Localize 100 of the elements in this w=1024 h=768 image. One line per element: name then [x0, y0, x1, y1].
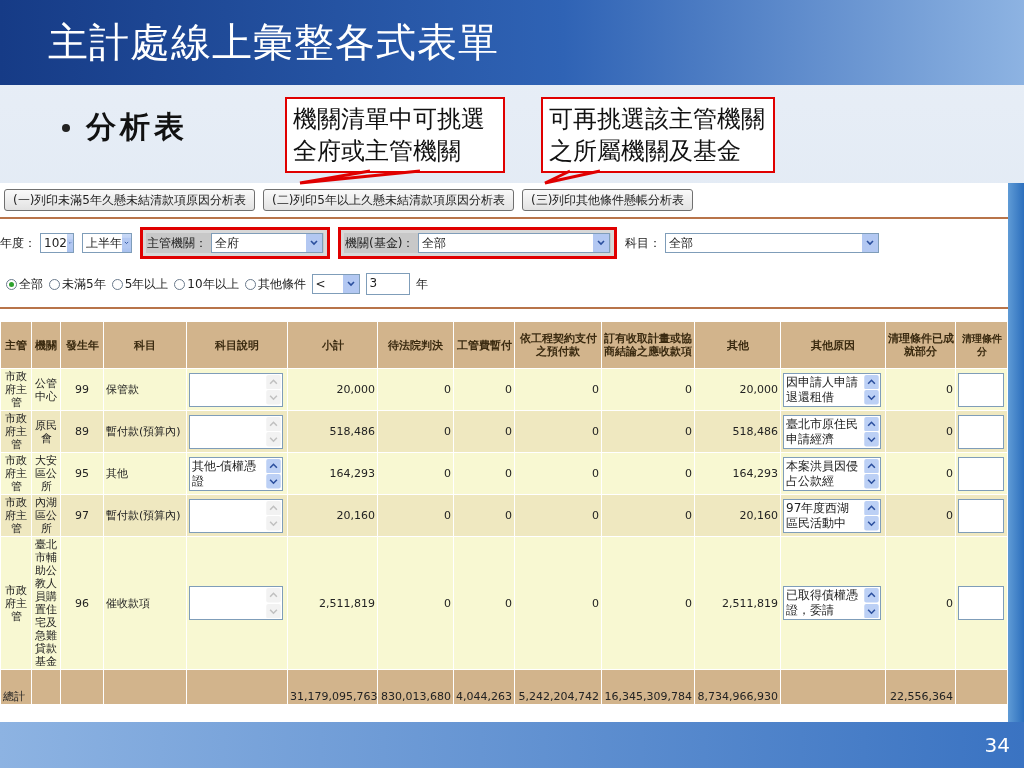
- page-number: 34: [984, 733, 1010, 757]
- dropdown[interactable]: <: [311, 274, 360, 294]
- table-cell: 0: [378, 453, 453, 494]
- table-cell: 保管款: [104, 369, 186, 410]
- table-cell: 518,486: [288, 411, 377, 452]
- table-cell: 0: [515, 369, 601, 410]
- table-cell: 0: [886, 453, 955, 494]
- filter-label: 科目：: [625, 234, 662, 252]
- table-cell: 0: [602, 453, 694, 494]
- table-cell: 99: [61, 369, 103, 410]
- table-cell: 0: [454, 453, 514, 494]
- radio-icon[interactable]: [49, 278, 60, 290]
- scroll-down-icon[interactable]: [266, 474, 281, 489]
- table-cell: 20,160: [288, 495, 377, 536]
- table-cell: 0: [378, 495, 453, 536]
- years-field[interactable]: 3: [365, 273, 410, 295]
- filter-label: 年度：: [0, 234, 36, 252]
- column-header: 發生年: [61, 322, 103, 368]
- table-cell: 164,293: [695, 453, 780, 494]
- text-area[interactable]: 其他-債權憑證: [189, 456, 283, 491]
- column-header: 清理條件已成就部分: [886, 322, 955, 368]
- table-cell: 公管中心: [32, 369, 60, 410]
- print-report-button[interactable]: (二)列印5年以上久懸未結清款項原因分析表: [263, 189, 514, 211]
- table-cell: 0: [515, 537, 601, 669]
- table-cell: 830,013,680: [378, 670, 453, 704]
- table-cell: 0: [378, 537, 453, 669]
- scroll-up-icon[interactable]: [864, 374, 879, 389]
- input-field[interactable]: [958, 372, 1004, 407]
- scroll-down-icon[interactable]: [864, 603, 879, 618]
- dropdown[interactable]: 上半年: [82, 233, 132, 253]
- age-radio-option[interactable]: 5年以上: [111, 275, 169, 293]
- age-radio-option[interactable]: 10年以上: [174, 275, 239, 293]
- dropdown-arrow-icon: [862, 234, 879, 252]
- age-radio-option[interactable]: 未滿5年: [49, 275, 106, 293]
- column-header: 其他原因: [781, 322, 885, 368]
- table-cell: 164,293: [288, 453, 377, 494]
- table-cell: 0: [454, 369, 514, 410]
- input-field[interactable]: [958, 456, 1004, 491]
- scroll-down-icon[interactable]: [864, 516, 879, 531]
- scroll-up-icon[interactable]: [864, 458, 879, 473]
- table-cell: 0: [886, 369, 955, 410]
- dropdown[interactable]: 102: [40, 233, 74, 253]
- scroll-down-icon[interactable]: [864, 390, 879, 405]
- dropdown-arrow-icon: [306, 234, 322, 252]
- column-header: 小計: [288, 322, 377, 368]
- filter-label: 機關(基金)：: [345, 234, 415, 252]
- radio-icon[interactable]: [174, 278, 186, 290]
- text-area[interactable]: 因申請人申請退還租借: [783, 372, 881, 407]
- scrollbar[interactable]: [1008, 183, 1024, 722]
- table-cell: 0: [515, 453, 601, 494]
- table-cell: 97: [61, 495, 103, 536]
- scroll-up-icon[interactable]: [266, 458, 281, 473]
- table-cell: 市政府主管: [1, 411, 31, 452]
- table-cell: 市政府主管: [1, 453, 31, 494]
- input-field[interactable]: [958, 586, 1004, 620]
- table-cell: 2,511,819: [695, 537, 780, 669]
- table-cell: 96: [61, 537, 103, 669]
- print-report-button[interactable]: (一)列印未滿5年久懸未結清款項原因分析表: [4, 189, 255, 211]
- text-area[interactable]: 97年度西湖區民活動中: [783, 498, 881, 533]
- column-header: 清理條件分: [956, 322, 1007, 368]
- column-header: 工管費暫付: [454, 322, 514, 368]
- radio-icon[interactable]: [6, 278, 17, 290]
- table-cell: 20,000: [695, 369, 780, 410]
- scroll-down-icon[interactable]: [864, 474, 879, 489]
- table-cell: 22,556,364: [886, 670, 955, 704]
- table-cell: 0: [378, 411, 453, 452]
- table-cell: 市政府主管: [1, 369, 31, 410]
- text-area[interactable]: 臺北市原住民申請經濟: [783, 414, 881, 449]
- table-cell: 4,044,263: [454, 670, 514, 704]
- bullet-text: 分析表: [86, 108, 188, 146]
- table-cell: 0: [602, 495, 694, 536]
- table-cell: 0: [515, 495, 601, 536]
- dropdown[interactable]: 全府: [211, 233, 323, 253]
- table-cell: 0: [602, 369, 694, 410]
- table-cell: 31,179,095,763: [288, 670, 377, 704]
- table-cell: 95: [61, 453, 103, 494]
- scroll-up-icon[interactable]: [864, 588, 879, 603]
- text-area[interactable]: 本案洪員因侵占公款經: [783, 456, 881, 491]
- table-cell: 2,511,819: [288, 537, 377, 669]
- table-cell: 0: [454, 495, 514, 536]
- dropdown[interactable]: 全部: [665, 233, 880, 253]
- dropdown[interactable]: 全部: [418, 233, 611, 253]
- scroll-up-icon[interactable]: [864, 500, 879, 515]
- scroll-down-icon[interactable]: [864, 432, 879, 447]
- callout: 機關清單中可挑選全府或主管機關: [285, 97, 505, 173]
- table-cell: 0: [886, 495, 955, 536]
- input-field[interactable]: [958, 498, 1004, 533]
- radio-icon[interactable]: [111, 278, 123, 290]
- column-header: 機關: [32, 322, 60, 368]
- table-cell: 0: [454, 537, 514, 669]
- age-radio-option[interactable]: 其他條件: [244, 275, 306, 293]
- table-cell: 其他: [104, 453, 186, 494]
- input-field[interactable]: [958, 414, 1004, 449]
- bullet-icon: [62, 123, 70, 132]
- text-area[interactable]: 已取得債權憑證，委請: [783, 586, 881, 620]
- radio-icon[interactable]: [244, 278, 256, 290]
- age-radio-option[interactable]: 全部: [6, 275, 43, 293]
- scroll-up-icon[interactable]: [864, 416, 879, 431]
- print-report-button[interactable]: (三)列印其他條件懸帳分析表: [522, 189, 694, 211]
- table-cell: 暫付款(預算內): [104, 495, 186, 536]
